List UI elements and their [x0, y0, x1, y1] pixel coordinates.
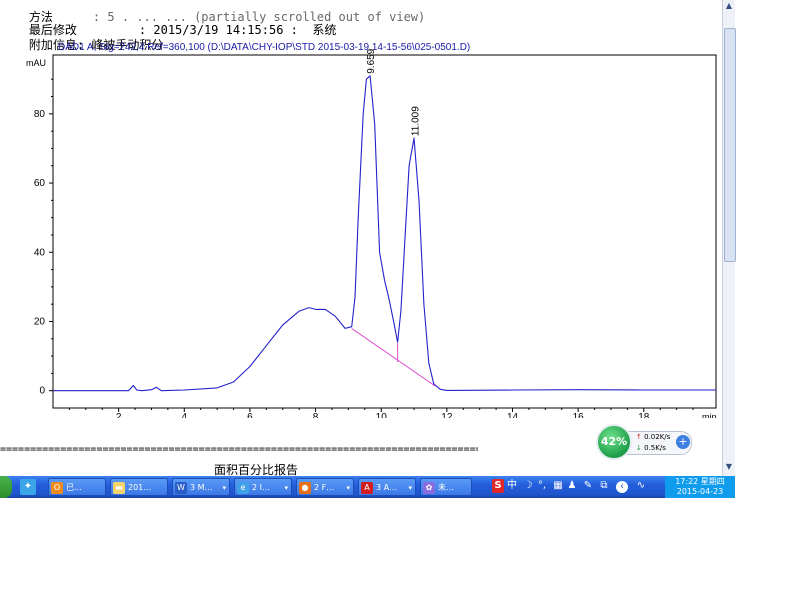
chart-title: DAD1 A, Sig=242,4 Ref=360,100 (D:\DATA\C…: [58, 42, 470, 53]
report-document: 方法: 5 . ... ... (partially scrolled out …: [0, 0, 722, 476]
taskbar-button[interactable]: ● 2 F… ▾: [296, 478, 354, 496]
x-tick-label: 6: [247, 412, 253, 418]
x-tick-label: 16: [573, 412, 585, 418]
sogou-s-icon[interactable]: S: [492, 479, 504, 493]
folder-icon: ▬: [113, 482, 125, 494]
taskbar: ✦ O 已… ▬ 201… W 3 M… ▾ e 2 I… ▾ ● 2 F… ▾ A 3 A… ▾ ✿ 未… S …: [0, 476, 735, 498]
start-button[interactable]: [0, 476, 12, 498]
plot-frame: [52, 54, 717, 409]
back-icon[interactable]: ‹: [616, 481, 628, 493]
chevron-down-icon: ▾: [222, 484, 226, 492]
network-speed-widget[interactable]: ↑ 0.02K/s ↓ 0.5K/s + 42%: [596, 424, 696, 460]
word-icon: W: [175, 482, 187, 494]
app-icon: ✿: [423, 482, 435, 494]
up-arrow-icon: ↑: [636, 433, 642, 441]
meta-value: : 2015/3/19 14:15:56 : 系统: [138, 23, 337, 37]
x-tick-label: 12: [441, 412, 453, 418]
x-tick-label: 8: [313, 412, 319, 418]
chromatogram-trace: [53, 75, 716, 392]
chevron-down-icon: ▾: [284, 484, 288, 492]
taskbar-button-label: 2 I…: [252, 483, 270, 492]
x-tick-label: 4: [182, 412, 188, 418]
taskbar-clock[interactable]: 17:22 星期四 2015-04-23: [665, 476, 735, 498]
taskbar-button[interactable]: W3 M… ▾: [172, 478, 230, 496]
peak-retention-label: 11.009: [410, 106, 421, 136]
wrench-icon[interactable]: ✎: [582, 479, 594, 493]
taskbar-button[interactable]: ▬ 201…: [110, 478, 168, 496]
taskbar-button-label: 201…: [128, 483, 152, 492]
y-tick-label: 80: [34, 109, 46, 120]
y-axis-label: mAU: [26, 58, 46, 68]
x-axis-label: min: [702, 412, 717, 418]
integration-baseline: [351, 327, 436, 387]
clock-time: 17:22 星期四: [675, 477, 725, 486]
report-title: 面积百分比报告: [214, 463, 299, 476]
x-tick-label: 2: [116, 412, 122, 418]
keyboard-icon[interactable]: ▦: [552, 479, 564, 493]
taskbar-button-label: 已…: [66, 483, 82, 492]
taskbar-button[interactable]: O 已…: [48, 478, 106, 496]
chevron-down-icon: ▾: [346, 484, 350, 492]
taskbar-button-label: 未…: [438, 483, 454, 492]
taskbar-button-label: 3 A…: [376, 483, 398, 492]
taskbar-button[interactable]: ✿ 未…: [420, 478, 472, 496]
moon-icon[interactable]: ☽: [522, 479, 534, 493]
scroll-down-icon[interactable]: ▼: [724, 462, 734, 472]
vertical-scrollbar[interactable]: ▲ ▼: [722, 0, 736, 476]
download-speed: ↓ 0.5K/s: [636, 444, 666, 452]
user-icon[interactable]: ♟: [566, 479, 578, 493]
y-tick-label: 0: [39, 386, 45, 397]
wave-icon[interactable]: ∿: [632, 479, 650, 493]
taskbar-button[interactable]: A3 A… ▾: [358, 478, 416, 496]
y-tick-label: 60: [34, 178, 46, 189]
punct-icon[interactable]: °,: [536, 479, 548, 493]
clock-date: 2015-04-23: [676, 487, 724, 496]
acrobat-icon: A: [361, 482, 373, 494]
upload-speed: ↑ 0.02K/s: [636, 433, 671, 441]
taskbar-button-label: 2 F…: [314, 483, 335, 492]
x-tick-label: 14: [507, 412, 519, 418]
y-tick-label: 20: [34, 316, 46, 327]
x-tick-label: 10: [376, 412, 388, 418]
scroll-thumb[interactable]: [724, 28, 736, 262]
chromatogram-chart: DAD1 A, Sig=242,4 Ref=360,100 (D:\DATA\C…: [26, 42, 717, 418]
y-tick-label: 40: [34, 247, 46, 258]
office-icon: O: [51, 482, 63, 494]
expand-plus-icon[interactable]: +: [676, 435, 690, 449]
x-tick-label: 18: [638, 412, 650, 418]
separator-line: ========================================…: [0, 444, 478, 455]
ie-icon: e: [237, 482, 249, 494]
zh-icon[interactable]: 中: [506, 479, 518, 493]
down-arrow-icon: ↓: [636, 444, 642, 452]
peak-retention-label: 9.659: [366, 48, 377, 73]
firefox-icon: ●: [299, 482, 311, 494]
qq-icon[interactable]: ✦: [20, 479, 36, 495]
cpu-usage-circle[interactable]: 42%: [596, 424, 632, 460]
taskbar-button-label: 3 M…: [190, 483, 213, 492]
scroll-up-icon[interactable]: ▲: [724, 1, 734, 11]
chevron-down-icon: ▾: [408, 484, 412, 492]
taskbar-button[interactable]: e2 I… ▾: [234, 478, 292, 496]
edit-icon[interactable]: ⧉: [598, 479, 610, 493]
